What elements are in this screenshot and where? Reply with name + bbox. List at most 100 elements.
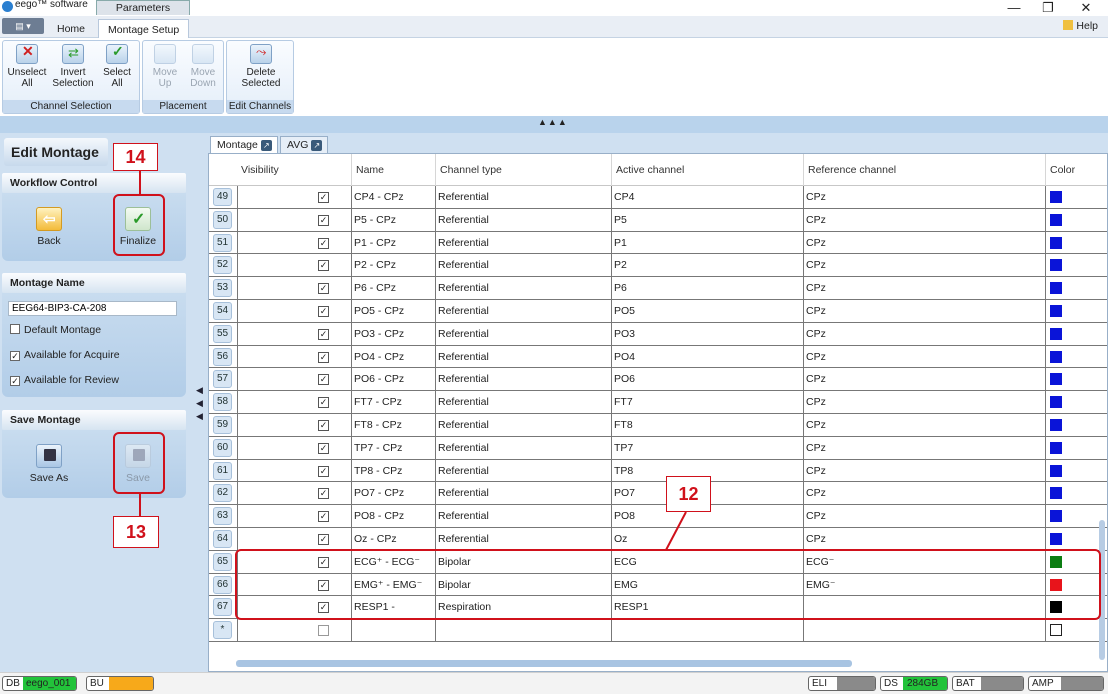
visibility-checkbox[interactable]: ✓: [318, 237, 329, 249]
color-swatch[interactable]: [1050, 464, 1062, 477]
visibility-cell[interactable]: ✓: [237, 459, 351, 483]
channel-type-cell[interactable]: Referential: [435, 345, 611, 369]
tab-montage-setup[interactable]: Montage Setup: [98, 19, 190, 39]
visibility-checkbox[interactable]: ✓: [318, 192, 329, 203]
visibility-cell[interactable]: ✓: [237, 254, 351, 278]
row-number[interactable]: 58: [213, 393, 232, 412]
reference-channel-cell[interactable]: CPz: [803, 254, 1045, 278]
row-number[interactable]: 51: [213, 233, 232, 252]
column-header-color[interactable]: Color: [1045, 154, 1107, 186]
tab-montage[interactable]: Montage ↗: [210, 136, 278, 153]
visibility-cell[interactable]: ✓: [237, 345, 351, 369]
visibility-checkbox[interactable]: ✓: [318, 351, 329, 363]
unselect-all-button[interactable]: ✕ Unselect All: [5, 43, 49, 89]
channel-type-cell[interactable]: Referential: [435, 208, 611, 232]
visibility-checkbox[interactable]: ✓: [318, 283, 329, 295]
color-swatch[interactable]: [1050, 236, 1062, 249]
row-number[interactable]: 64: [213, 529, 232, 548]
color-cell[interactable]: [1045, 231, 1107, 255]
reference-channel-cell[interactable]: CPz: [803, 322, 1045, 346]
channel-type-cell[interactable]: Referential: [435, 413, 611, 437]
channel-type-cell[interactable]: Referential: [435, 277, 611, 300]
default-montage-checkbox[interactable]: [10, 324, 20, 334]
row-number[interactable]: 59: [213, 415, 232, 434]
channel-type-cell[interactable]: Referential: [435, 368, 611, 392]
visibility-checkbox[interactable]: ✓: [318, 442, 329, 454]
reference-channel-cell[interactable]: CPz: [803, 345, 1045, 369]
move-down-button[interactable]: Move Down: [181, 43, 225, 89]
reference-channel-cell[interactable]: CPz: [803, 482, 1045, 506]
color-swatch[interactable]: [1050, 532, 1062, 545]
color-swatch[interactable]: [1050, 282, 1062, 295]
color-swatch[interactable]: [1050, 259, 1062, 272]
name-cell[interactable]: FT8 - CPz: [351, 413, 435, 437]
color-swatch[interactable]: [1050, 327, 1062, 340]
active-channel-cell[interactable]: P1: [611, 231, 803, 255]
pin-icon[interactable]: ↗: [311, 140, 323, 151]
color-swatch[interactable]: [1050, 510, 1062, 523]
horizontal-scrollbar[interactable]: [236, 660, 852, 667]
color-cell[interactable]: [1045, 277, 1107, 300]
available-for-review-option[interactable]: ✓ Available for Review: [10, 374, 119, 386]
row-number[interactable]: 62: [213, 484, 232, 503]
reference-channel-cell[interactable]: CPz: [803, 527, 1045, 551]
visibility-checkbox[interactable]: [318, 625, 329, 637]
table-row[interactable]: 64 ✓ Oz - CPz Referential Oz CPz: [209, 527, 1107, 551]
table-row[interactable]: 56 ✓ PO4 - CPz Referential PO4 CPz: [209, 345, 1107, 369]
document-tab-parameters[interactable]: Parameters: [96, 0, 190, 15]
name-cell[interactable]: P2 - CPz: [351, 254, 435, 278]
collapse-ribbon-icon[interactable]: ▲▲▲: [538, 117, 568, 127]
row-number[interactable]: 65: [213, 552, 232, 571]
active-channel-cell[interactable]: PO5: [611, 299, 803, 323]
table-row[interactable]: 53 ✓ P6 - CPz Referential P6 CPz: [209, 277, 1107, 300]
name-cell[interactable]: FT7 - CPz: [351, 391, 435, 414]
column-header-active-channel[interactable]: Active channel: [611, 154, 803, 186]
color-cell[interactable]: [1045, 482, 1107, 506]
column-header-name[interactable]: Name: [351, 154, 437, 186]
color-cell[interactable]: [1045, 619, 1107, 642]
color-swatch[interactable]: [1050, 396, 1062, 409]
name-cell[interactable]: Oz - CPz: [351, 527, 435, 551]
reference-channel-cell[interactable]: CPz: [803, 186, 1045, 209]
select-all-button[interactable]: ✓ Select All: [95, 43, 139, 89]
channel-type-cell[interactable]: Referential: [435, 254, 611, 278]
visibility-cell[interactable]: ✓: [237, 208, 351, 232]
column-header-visibility[interactable]: Visibility: [237, 154, 351, 186]
color-swatch[interactable]: [1050, 373, 1062, 386]
table-row[interactable]: 58 ✓ FT7 - CPz Referential FT7 CPz: [209, 391, 1107, 414]
color-cell[interactable]: [1045, 505, 1107, 528]
visibility-checkbox[interactable]: ✓: [318, 488, 329, 500]
visibility-cell[interactable]: ✓: [237, 231, 351, 255]
save-as-button[interactable]: Save As: [19, 444, 79, 484]
visibility-cell[interactable]: ✓: [237, 299, 351, 323]
visibility-checkbox[interactable]: ✓: [318, 374, 329, 386]
active-channel-cell[interactable]: FT8: [611, 413, 803, 437]
visibility-cell[interactable]: ✓: [237, 527, 351, 551]
visibility-cell[interactable]: ✓: [237, 505, 351, 528]
visibility-checkbox[interactable]: ✓: [318, 511, 329, 523]
color-cell[interactable]: [1045, 391, 1107, 414]
table-row[interactable]: 57 ✓ PO6 - CPz Referential PO6 CPz: [209, 368, 1107, 392]
visibility-cell[interactable]: ✓: [237, 391, 351, 414]
channel-type-cell[interactable]: Referential: [435, 436, 611, 460]
color-swatch[interactable]: [1050, 487, 1062, 500]
collapse-left-arrow-icon[interactable]: ◀: [196, 385, 203, 396]
row-number[interactable]: 66: [213, 575, 232, 594]
color-swatch[interactable]: [1050, 304, 1062, 317]
table-row[interactable]: 61 ✓ TP8 - CPz Referential TP8 CPz: [209, 459, 1107, 483]
table-row[interactable]: 62 ✓ PO7 - CPz Referential PO7 CPz: [209, 482, 1107, 506]
name-cell[interactable]: CP4 - CPz: [351, 186, 435, 209]
reference-channel-cell[interactable]: CPz: [803, 299, 1045, 323]
color-cell[interactable]: [1045, 459, 1107, 483]
name-cell[interactable]: TP8 - CPz: [351, 459, 435, 483]
table-row[interactable]: *: [209, 619, 1107, 642]
table-row[interactable]: 51 ✓ P1 - CPz Referential P1 CPz: [209, 231, 1107, 255]
back-button[interactable]: ⇦ Back: [19, 207, 79, 247]
tab-home[interactable]: Home: [48, 19, 94, 39]
name-cell[interactable]: P5 - CPz: [351, 208, 435, 232]
name-cell[interactable]: PO5 - CPz: [351, 299, 435, 323]
available-for-review-checkbox[interactable]: ✓: [10, 376, 20, 386]
name-cell[interactable]: TP7 - CPz: [351, 436, 435, 460]
name-cell[interactable]: P1 - CPz: [351, 231, 435, 255]
reference-channel-cell[interactable]: CPz: [803, 459, 1045, 483]
